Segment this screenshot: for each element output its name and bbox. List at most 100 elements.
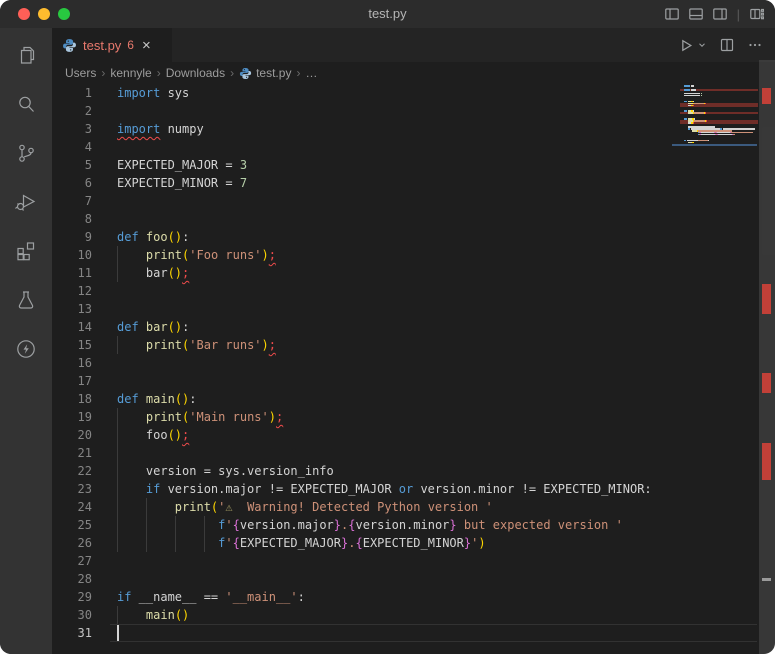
sidebar-item-source-control[interactable]: [13, 140, 39, 166]
sidebar-item-extensions[interactable]: [13, 238, 39, 264]
line-number[interactable]: 9: [55, 228, 92, 246]
line-number[interactable]: 23: [55, 480, 92, 498]
code-line[interactable]: 17: [52, 372, 775, 390]
split-editor-button[interactable]: [719, 37, 735, 53]
breadcrumb: Users›kennyle›Downloads› test.py›…: [52, 62, 775, 84]
code-line[interactable]: 27: [52, 552, 775, 570]
toggle-primary-sidebar-button[interactable]: [664, 6, 680, 22]
line-number[interactable]: 29: [55, 588, 92, 606]
line-number[interactable]: 18: [55, 390, 92, 408]
line-number[interactable]: 6: [55, 174, 92, 192]
code-text: print('Main runs');: [117, 408, 283, 426]
line-number[interactable]: 10: [55, 246, 92, 264]
code-line[interactable]: 2: [52, 102, 775, 120]
code-line[interactable]: 16: [52, 354, 775, 372]
code-line[interactable]: 8: [52, 210, 775, 228]
customize-layout-button[interactable]: [749, 6, 765, 22]
code-line[interactable]: 25 f'{version.major}.{version.minor} but…: [52, 516, 775, 534]
code-token-error: import: [117, 122, 160, 136]
code-line[interactable]: 9def foo():: [52, 228, 775, 246]
line-number[interactable]: 5: [55, 156, 92, 174]
line-number[interactable]: 11: [55, 264, 92, 282]
line-number[interactable]: 4: [55, 138, 92, 156]
sidebar-item-testing[interactable]: [13, 287, 39, 313]
line-number[interactable]: 19: [55, 408, 92, 426]
code-line[interactable]: 15 print('Bar runs');: [52, 336, 775, 354]
split-editor-icon: [719, 37, 735, 53]
breadcrumb-item[interactable]: kennyle: [110, 66, 151, 80]
line-number[interactable]: 7: [55, 192, 92, 210]
code-line[interactable]: 4: [52, 138, 775, 156]
line-number[interactable]: 26: [55, 534, 92, 552]
code-line[interactable]: 11 bar();: [52, 264, 775, 282]
minimap[interactable]: [672, 85, 758, 149]
code-token: version.major != EXPECTED_MAJOR: [160, 482, 398, 496]
code-line[interactable]: 12: [52, 282, 775, 300]
code-line[interactable]: 22 version = sys.version_info: [52, 462, 775, 480]
code-token: print: [146, 248, 182, 262]
sidebar-item-run-debug[interactable]: [13, 189, 39, 215]
line-number[interactable]: 30: [55, 606, 92, 624]
code-line[interactable]: 13: [52, 300, 775, 318]
code-line[interactable]: 3import numpy: [52, 120, 775, 138]
breadcrumb-label: Users: [65, 66, 96, 80]
code-line[interactable]: 5 EXPECTED_MAJOR = 3: [52, 156, 775, 174]
run-python-file-button[interactable]: [677, 37, 707, 54]
code-line[interactable]: 20 foo();: [52, 426, 775, 444]
toggle-panel-button[interactable]: [688, 6, 704, 22]
minimap-code-line: [693, 122, 694, 124]
code-line[interactable]: 19 print('Main runs');: [52, 408, 775, 426]
line-number[interactable]: 3: [55, 120, 92, 138]
code-line[interactable]: 24 print('⚠ Warning! Detected Python ver…: [52, 498, 775, 516]
code-text: EXPECTED_MAJOR = 3: [117, 156, 247, 174]
code-line[interactable]: 29 if __name__ == '__main__':: [52, 588, 775, 606]
code-token: [139, 392, 146, 406]
line-number[interactable]: 22: [55, 462, 92, 480]
code-line[interactable]: 31: [52, 624, 775, 642]
code-line[interactable]: 7: [52, 192, 775, 210]
code-line[interactable]: 23 if version.major != EXPECTED_MAJOR or…: [52, 480, 775, 498]
sidebar-item-explorer[interactable]: [13, 42, 39, 68]
scrollbar[interactable]: [759, 60, 775, 654]
breadcrumb-item[interactable]: test.py: [239, 66, 291, 80]
code-line[interactable]: 30 main(): [52, 606, 775, 624]
code-line[interactable]: 6EXPECTED_MINOR = 7: [52, 174, 775, 192]
code-text: f'{EXPECTED_MAJOR}.{EXPECTED_MINOR}'): [117, 534, 486, 552]
line-number[interactable]: 16: [55, 354, 92, 372]
code-line[interactable]: 18def main():: [52, 390, 775, 408]
tab-test-py[interactable]: test.py 6 ×: [52, 28, 172, 62]
line-number[interactable]: 12: [55, 282, 92, 300]
sidebar-item-search[interactable]: [13, 91, 39, 117]
line-number[interactable]: 14: [55, 318, 92, 336]
more-actions-button[interactable]: [747, 37, 763, 53]
code-line[interactable]: 14def bar():: [52, 318, 775, 336]
run-icon: [677, 37, 694, 54]
code-line[interactable]: 10 print('Foo runs');: [52, 246, 775, 264]
panel-left-icon: [664, 6, 680, 22]
line-number[interactable]: 24: [55, 498, 92, 516]
sidebar-item-lightning[interactable]: [13, 336, 39, 362]
code-line[interactable]: 28: [52, 570, 775, 588]
tab-close-button[interactable]: ×: [142, 38, 151, 53]
toggle-secondary-sidebar-button[interactable]: [712, 6, 728, 22]
line-number[interactable]: 31: [55, 624, 92, 642]
line-number[interactable]: 1: [55, 84, 92, 102]
line-number[interactable]: 2: [55, 102, 92, 120]
line-number[interactable]: 27: [55, 552, 92, 570]
line-number[interactable]: 17: [55, 372, 92, 390]
line-number[interactable]: 8: [55, 210, 92, 228]
code-line[interactable]: 21: [52, 444, 775, 462]
breadcrumb-item[interactable]: Users: [65, 66, 96, 80]
code-text: f'{version.major}.{version.minor} but ex…: [117, 516, 623, 534]
line-number[interactable]: 20: [55, 426, 92, 444]
code-line[interactable]: 26 f'{EXPECTED_MAJOR}.{EXPECTED_MINOR}'): [52, 534, 775, 552]
line-number[interactable]: 28: [55, 570, 92, 588]
breadcrumb-item[interactable]: …: [305, 66, 317, 80]
breadcrumb-item[interactable]: Downloads: [166, 66, 225, 80]
line-number[interactable]: 21: [55, 444, 92, 462]
code-text: if __name__ == '__main__':: [117, 588, 305, 606]
code-line[interactable]: 1import sys: [52, 84, 775, 102]
line-number[interactable]: 15: [55, 336, 92, 354]
line-number[interactable]: 13: [55, 300, 92, 318]
line-number[interactable]: 25: [55, 516, 92, 534]
